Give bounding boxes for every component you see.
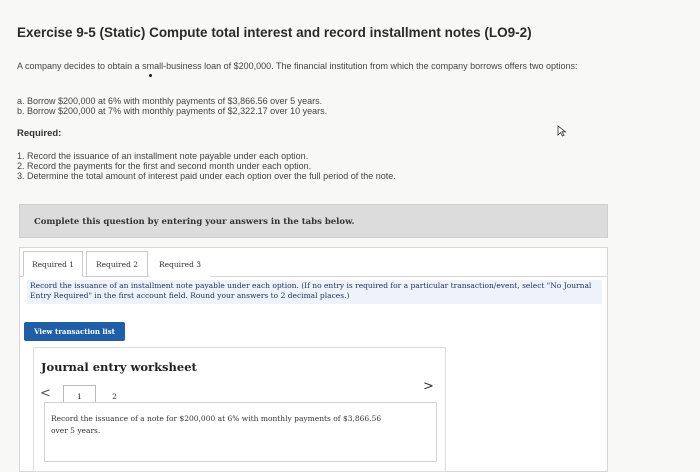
view-transaction-list-button[interactable]: View transaction list <box>24 322 125 341</box>
tab-required-2[interactable]: Required 2 <box>86 251 148 277</box>
requirement-3: 3. Determine the total amount of interes… <box>17 171 396 181</box>
instructions-banner: Complete this question by entering your … <box>19 204 608 238</box>
tab-required-3[interactable]: Required 3 <box>150 251 210 277</box>
entry-description: Record the issuance of a note for $200,0… <box>51 414 382 435</box>
page: Exercise 9-5 (Static) Compute total inte… <box>0 0 700 472</box>
option-b: b. Borrow $200,000 at 7% with monthly pa… <box>17 106 328 116</box>
prev-entry-icon[interactable]: < <box>40 386 51 401</box>
cursor-dot <box>149 74 152 77</box>
required-heading: Required: <box>17 128 62 139</box>
mouse-cursor-icon <box>557 125 567 137</box>
banner-text: Complete this question by entering your … <box>34 217 355 227</box>
intro-text: A company decides to obtain a small-busi… <box>17 61 578 71</box>
page-title: Exercise 9-5 (Static) Compute total inte… <box>17 25 532 40</box>
next-entry-icon[interactable]: > <box>423 379 434 394</box>
worksheet-title: Journal entry worksheet <box>41 360 197 374</box>
tab-instruction: Record the issuance of an installment no… <box>27 280 602 304</box>
tab-required-1[interactable]: Required 1 <box>23 251 83 277</box>
